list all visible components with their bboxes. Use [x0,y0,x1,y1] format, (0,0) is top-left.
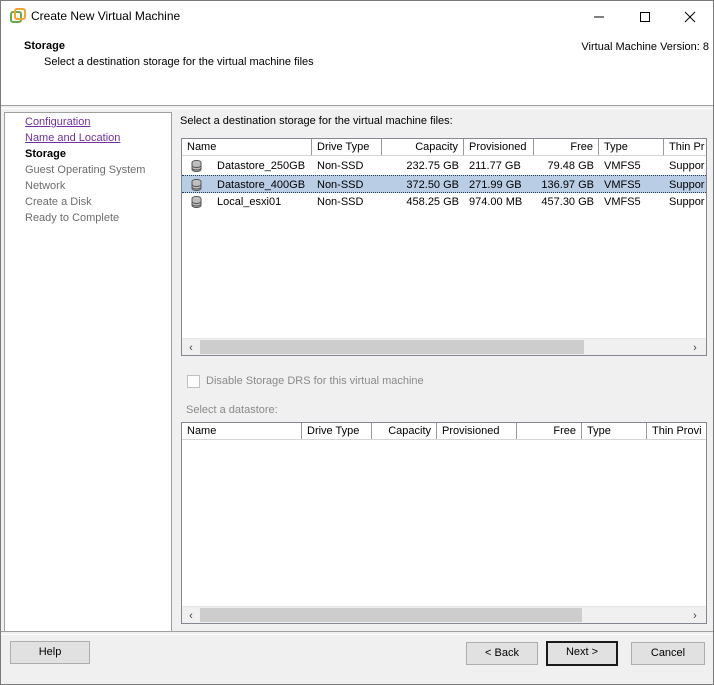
help-button[interactable]: Help [10,641,90,664]
column-header-type[interactable]: Type [582,423,647,439]
cell-drive-type: Non-SSD [317,179,364,191]
cell-capacity: 232.75 GB [406,160,459,172]
cell-capacity: 372.50 GB [406,179,459,191]
cell-thin-provisioning: Suppor [669,179,705,191]
wizard-window: Create New Virtual Machine Storage Selec… [0,0,714,685]
nav-step-ready: Ready to Complete [25,212,120,224]
cell-free: 79.48 GB [547,160,594,172]
datastore-cluster-table-header: Name Drive Type Capacity Provisioned Fre… [182,423,706,440]
nav-step-guest-os: Guest Operating System [25,164,146,176]
maximize-icon [640,12,650,22]
datastore-table-header: Name Drive Type Capacity Provisioned Fre… [182,139,706,156]
column-header-provisioned[interactable]: Provisioned [464,139,534,155]
cancel-button-label: Cancel [650,647,686,659]
nav-step-name-and-location[interactable]: Name and Location [25,132,120,144]
cell-provisioned: 271.99 GB [469,179,522,191]
scroll-left-arrow-icon[interactable]: ‹ [184,609,198,623]
cell-capacity: 458.25 GB [406,196,459,208]
column-header-free[interactable]: Free [534,139,599,155]
disable-storage-drs-label: Disable Storage DRS for this virtual mac… [206,375,424,387]
table-row[interactable]: Local_esxi01 Non-SSD 458.25 GB 974.00 MB… [182,193,706,211]
wizard-header: Storage Select a destination storage for… [1,32,713,105]
nav-step-create-disk: Create a Disk [25,196,92,208]
storage-list-label: Select a destination storage for the vir… [180,115,453,127]
footer-divider [1,631,713,635]
scroll-right-arrow-icon[interactable]: › [688,609,702,623]
maximize-button[interactable] [622,1,668,32]
disable-storage-drs-checkbox[interactable] [187,375,200,388]
column-header-type[interactable]: Type [599,139,664,155]
column-header-thin-provisioning[interactable]: Thin Pr [664,139,706,155]
minimize-button[interactable] [576,1,622,32]
cell-type: VMFS5 [604,179,641,191]
close-icon [684,11,696,23]
datastore-icon [191,196,202,208]
back-button-label: < Back [485,647,519,659]
column-header-capacity[interactable]: Capacity [382,139,464,155]
column-header-capacity[interactable]: Capacity [372,423,437,439]
scroll-left-arrow-icon[interactable]: ‹ [184,341,198,355]
column-header-name[interactable]: Name [182,423,302,439]
nav-step-network: Network [25,180,66,192]
next-button[interactable]: Next > [546,641,618,666]
back-button[interactable]: < Back [466,642,538,665]
column-header-thin-provisioning[interactable]: Thin Provi [647,423,706,439]
select-datastore-label: Select a datastore: [186,404,278,416]
cell-name: Local_esxi01 [217,196,282,208]
close-button[interactable] [667,1,713,32]
cell-drive-type: Non-SSD [317,196,364,208]
datastore-table-hscrollbar[interactable]: ‹ › [182,338,706,355]
scroll-thumb[interactable] [200,608,582,622]
cancel-button[interactable]: Cancel [631,642,705,665]
cell-thin-provisioning: Suppor [669,196,705,208]
cell-type: VMFS5 [604,196,641,208]
cell-name: Datastore_400GB [217,179,306,191]
column-header-drive-type[interactable]: Drive Type [312,139,382,155]
cell-drive-type: Non-SSD [317,160,364,172]
datastore-icon [191,160,202,172]
scroll-thumb[interactable] [200,340,584,354]
cell-provisioned: 211.77 GB [469,160,521,172]
table-row[interactable]: Datastore_250GB Non-SSD 232.75 GB 211.77… [182,157,706,175]
table-row-selected[interactable]: Datastore_400GB Non-SSD 372.50 GB 271.99… [182,175,706,193]
scroll-right-arrow-icon[interactable]: › [688,341,702,355]
wizard-steps-panel: Configuration Name and Location Storage … [4,112,172,632]
step-title: Storage [24,40,65,52]
window-title: Create New Virtual Machine [31,9,181,23]
minimize-icon [594,16,604,18]
header-divider [1,105,713,109]
vsphere-app-icon [10,8,26,23]
column-header-name[interactable]: Name [182,139,312,155]
cell-name: Datastore_250GB [217,160,306,172]
nav-step-storage: Storage [25,148,66,160]
cell-free: 136.97 GB [541,179,594,191]
cell-free: 457.30 GB [541,196,594,208]
next-button-label: Next > [565,646,599,658]
nav-step-configuration[interactable]: Configuration [25,116,90,128]
datastore-cluster-table[interactable]: Name Drive Type Capacity Provisioned Fre… [181,422,707,624]
datastore-table[interactable]: Name Drive Type Capacity Provisioned Fre… [181,138,707,356]
vm-version: Virtual Machine Version: 8 [581,41,709,53]
datastore-icon [191,179,202,191]
cell-provisioned: 974.00 MB [469,196,523,208]
column-header-provisioned[interactable]: Provisioned [437,423,517,439]
datastore-cluster-table-hscrollbar[interactable]: ‹ › [182,606,706,623]
cell-thin-provisioning: Suppor [669,160,705,172]
column-header-free[interactable]: Free [517,423,582,439]
title-bar: Create New Virtual Machine [1,1,713,32]
step-subtitle: Select a destination storage for the vir… [44,56,314,68]
help-button-label: Help [38,646,62,658]
cell-type: VMFS5 [604,160,641,172]
column-header-drive-type[interactable]: Drive Type [302,423,372,439]
